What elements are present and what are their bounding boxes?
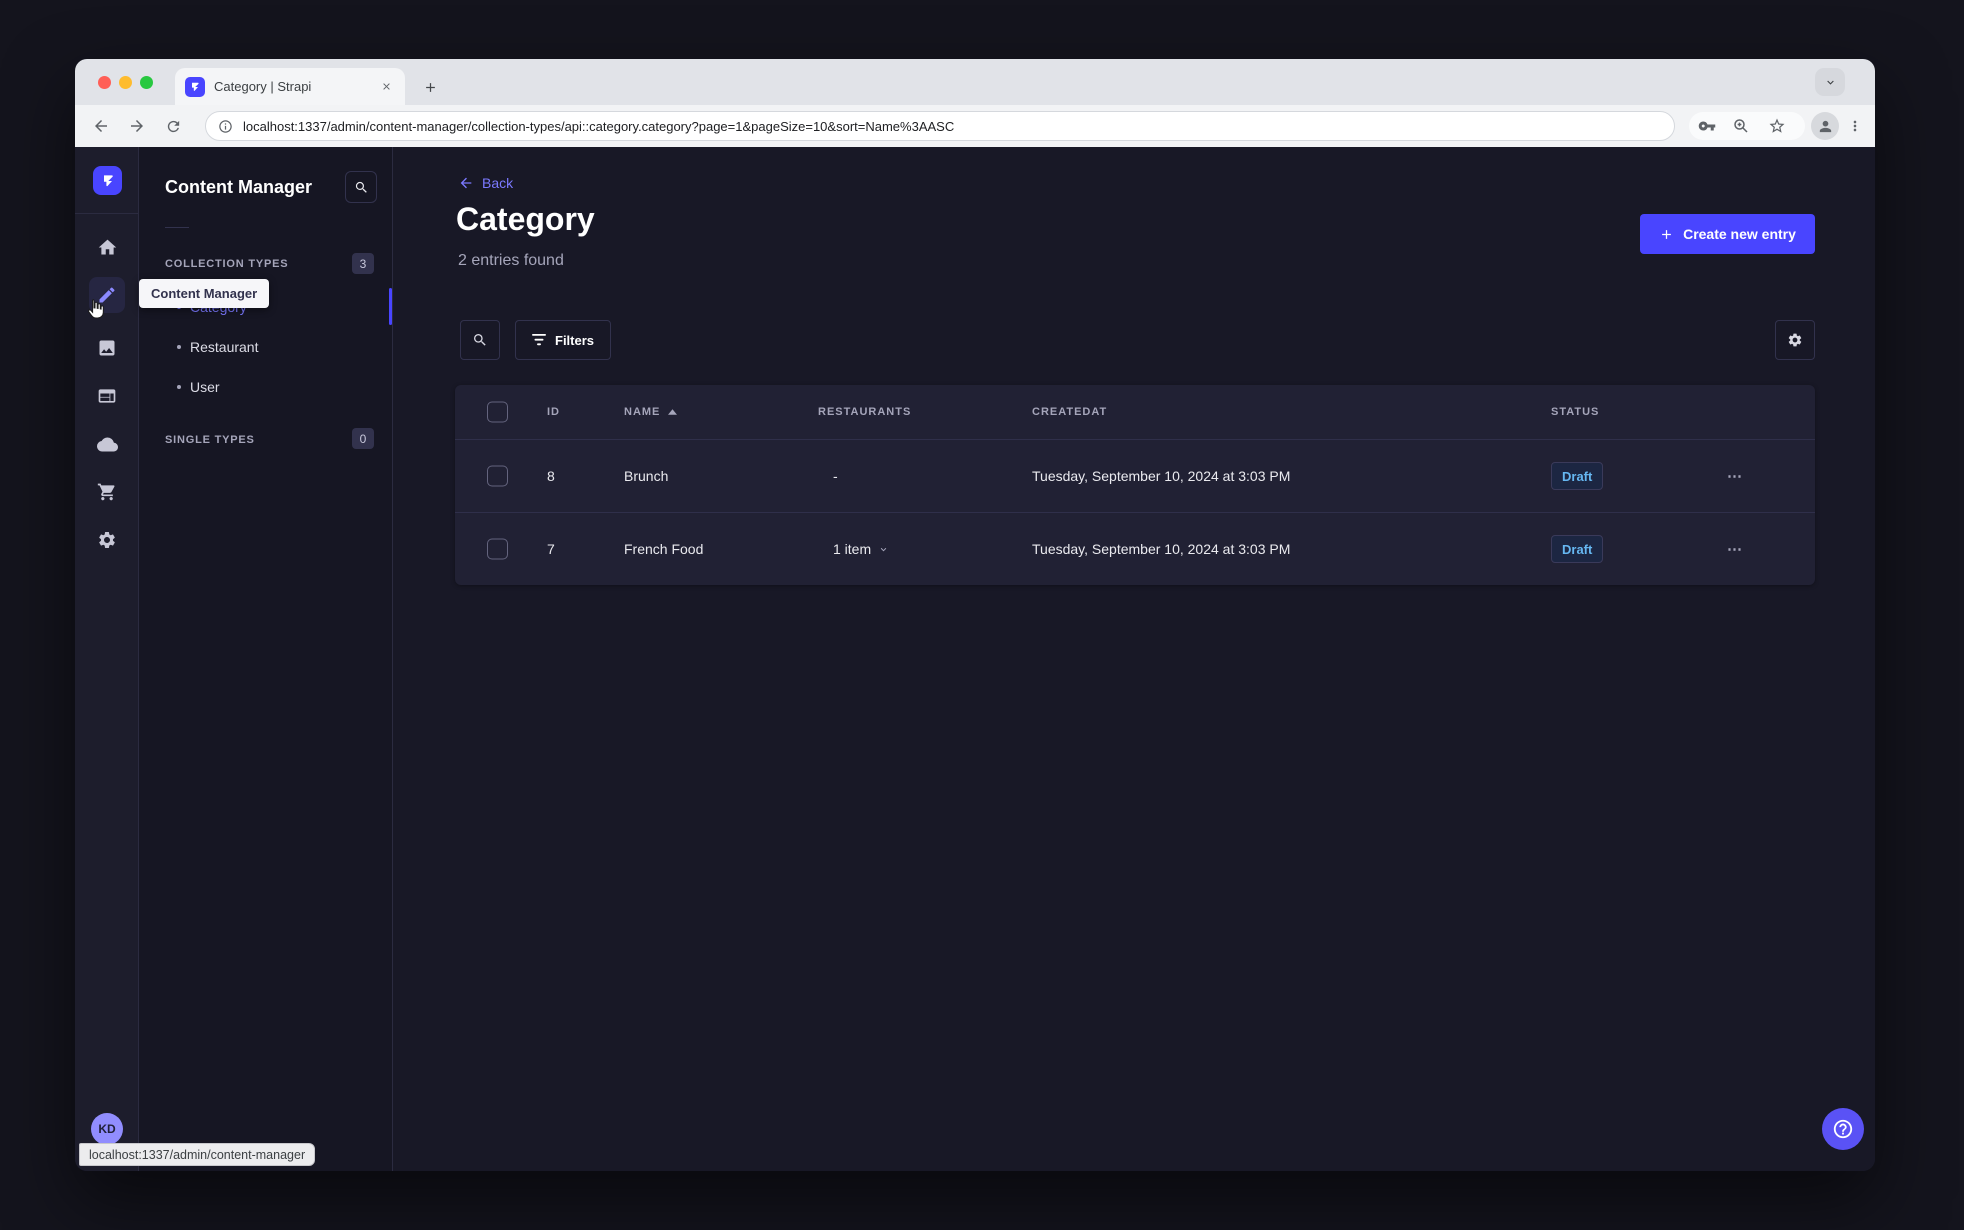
hand-cursor-icon bbox=[85, 297, 106, 320]
filters-button[interactable]: Filters bbox=[515, 320, 612, 360]
page-title: Category bbox=[456, 201, 595, 237]
new-tab-button[interactable] bbox=[418, 75, 442, 99]
search-entries-button[interactable] bbox=[460, 320, 500, 360]
collection-types-label: COLLECTION TYPES bbox=[165, 258, 289, 270]
browser-profile-avatar[interactable] bbox=[1811, 112, 1839, 140]
bookmark-star-icon[interactable] bbox=[1765, 114, 1789, 138]
browser-window: Category | Strapi localhost:1337/admin/c… bbox=[75, 59, 1875, 1171]
sidebar-item-restaurant[interactable]: Restaurant bbox=[139, 328, 393, 366]
media-library-nav-icon[interactable] bbox=[89, 330, 125, 366]
cell-name: French Food bbox=[624, 541, 704, 557]
cell-name: Brunch bbox=[624, 468, 669, 484]
row-checkbox[interactable] bbox=[487, 538, 508, 560]
browser-menu-icon[interactable] bbox=[1843, 114, 1867, 138]
row-actions-menu[interactable]: ⋯ bbox=[1727, 467, 1744, 485]
url-text: localhost:1337/admin/content-manager/col… bbox=[243, 118, 955, 134]
reload-icon[interactable] bbox=[161, 114, 185, 138]
window-minimize-button[interactable] bbox=[119, 76, 132, 89]
help-button[interactable] bbox=[1822, 1108, 1864, 1150]
entries-count: 2 entries found bbox=[458, 252, 564, 269]
tab-close-icon[interactable] bbox=[377, 78, 395, 96]
subnav-divider bbox=[165, 227, 189, 228]
cell-id: 8 bbox=[547, 468, 555, 484]
cell-createdat: Tuesday, September 10, 2024 at 3:03 PM bbox=[1032, 541, 1291, 557]
column-header-id[interactable]: ID bbox=[547, 406, 560, 418]
forward-nav-icon[interactable] bbox=[125, 114, 149, 138]
deploy-cloud-nav-icon[interactable] bbox=[89, 426, 125, 462]
cell-id: 7 bbox=[547, 541, 555, 557]
plus-icon bbox=[1662, 229, 1671, 239]
content-type-builder-nav-icon[interactable] bbox=[89, 378, 125, 414]
status-bar-link-preview: localhost:1337/admin/content-manager bbox=[79, 1143, 316, 1166]
single-types-label: SINGLE TYPES bbox=[165, 434, 255, 446]
single-types-count-badge: 0 bbox=[352, 428, 374, 449]
settings-gear-nav-icon[interactable] bbox=[89, 522, 125, 558]
tab-strip: Category | Strapi bbox=[75, 59, 1875, 105]
sidebar-item-user[interactable]: User bbox=[139, 368, 393, 406]
strapi-logo-icon[interactable] bbox=[93, 166, 122, 195]
desktop: Category | Strapi localhost:1337/admin/c… bbox=[0, 0, 1964, 1230]
row-actions-menu[interactable]: ⋯ bbox=[1727, 540, 1744, 558]
subnav-title: Content Manager bbox=[165, 177, 313, 197]
back-link[interactable]: Back bbox=[458, 175, 513, 191]
cell-createdat: Tuesday, September 10, 2024 at 3:03 PM bbox=[1032, 468, 1291, 484]
question-mark-icon bbox=[1833, 1119, 1853, 1139]
tab-title: Category | Strapi bbox=[214, 79, 312, 94]
column-header-status[interactable]: STATUS bbox=[1551, 406, 1599, 418]
zoom-in-page-icon[interactable] bbox=[1729, 114, 1753, 138]
user-avatar[interactable]: KD bbox=[91, 1113, 123, 1145]
column-header-name[interactable]: NAME bbox=[624, 406, 678, 418]
active-item-indicator bbox=[389, 288, 392, 325]
collection-types-count-badge: 3 bbox=[352, 253, 374, 274]
table-header-row: ID NAME RESTAURANTS CREATEDAT STATUS bbox=[455, 385, 1815, 440]
column-header-restaurants[interactable]: RESTAURANTS bbox=[818, 406, 911, 418]
chevron-down-icon bbox=[878, 544, 889, 555]
content-manager-tooltip: Content Manager bbox=[139, 279, 270, 308]
row-checkbox[interactable] bbox=[487, 465, 508, 487]
rail-divider bbox=[75, 213, 139, 214]
back-nav-icon[interactable] bbox=[89, 114, 113, 138]
browser-tab[interactable]: Category | Strapi bbox=[175, 68, 405, 105]
entries-table: ID NAME RESTAURANTS CREATEDAT STATUS 8 B… bbox=[455, 385, 1815, 585]
browser-toolbar: localhost:1337/admin/content-manager/col… bbox=[75, 105, 1875, 147]
view-settings-gear-button[interactable] bbox=[1775, 320, 1815, 360]
sort-ascending-icon bbox=[668, 409, 678, 415]
bullet-icon bbox=[177, 385, 181, 389]
passwords-key-icon[interactable] bbox=[1695, 114, 1719, 138]
back-arrow-icon bbox=[460, 177, 472, 189]
strapi-favicon-icon bbox=[185, 76, 205, 97]
create-new-entry-button[interactable]: Create new entry bbox=[1640, 214, 1815, 254]
gear-icon bbox=[1788, 333, 1802, 347]
cell-restaurants[interactable]: 1 item bbox=[833, 541, 889, 557]
tab-search-chevron-icon[interactable] bbox=[1815, 68, 1845, 96]
column-header-createdat[interactable]: CREATEDAT bbox=[1032, 406, 1107, 418]
table-row[interactable]: 8 Brunch - Tuesday, September 10, 2024 a… bbox=[455, 440, 1815, 512]
status-badge: Draft bbox=[1551, 462, 1604, 490]
cell-restaurants: - bbox=[833, 468, 838, 484]
strapi-admin: KD Content Manager COLLECTION TYPES 3 Ca… bbox=[75, 147, 1875, 1171]
window-zoom-button[interactable] bbox=[140, 76, 153, 89]
select-all-checkbox[interactable] bbox=[487, 401, 508, 423]
main-content: Back Category 2 entries found Create new… bbox=[393, 147, 1875, 1171]
table-row[interactable]: 7 French Food 1 item Tuesday, September … bbox=[455, 512, 1815, 585]
marketplace-cart-nav-icon[interactable] bbox=[89, 474, 125, 510]
bullet-icon bbox=[177, 345, 181, 349]
search-icon bbox=[474, 334, 486, 346]
subnav-search-button[interactable] bbox=[345, 171, 377, 203]
filter-icon bbox=[532, 334, 546, 346]
status-badge: Draft bbox=[1551, 535, 1604, 563]
window-close-button[interactable] bbox=[98, 76, 111, 89]
url-bar[interactable]: localhost:1337/admin/content-manager/col… bbox=[205, 111, 1675, 141]
site-info-icon[interactable] bbox=[218, 119, 233, 134]
home-nav-icon[interactable] bbox=[89, 229, 125, 265]
